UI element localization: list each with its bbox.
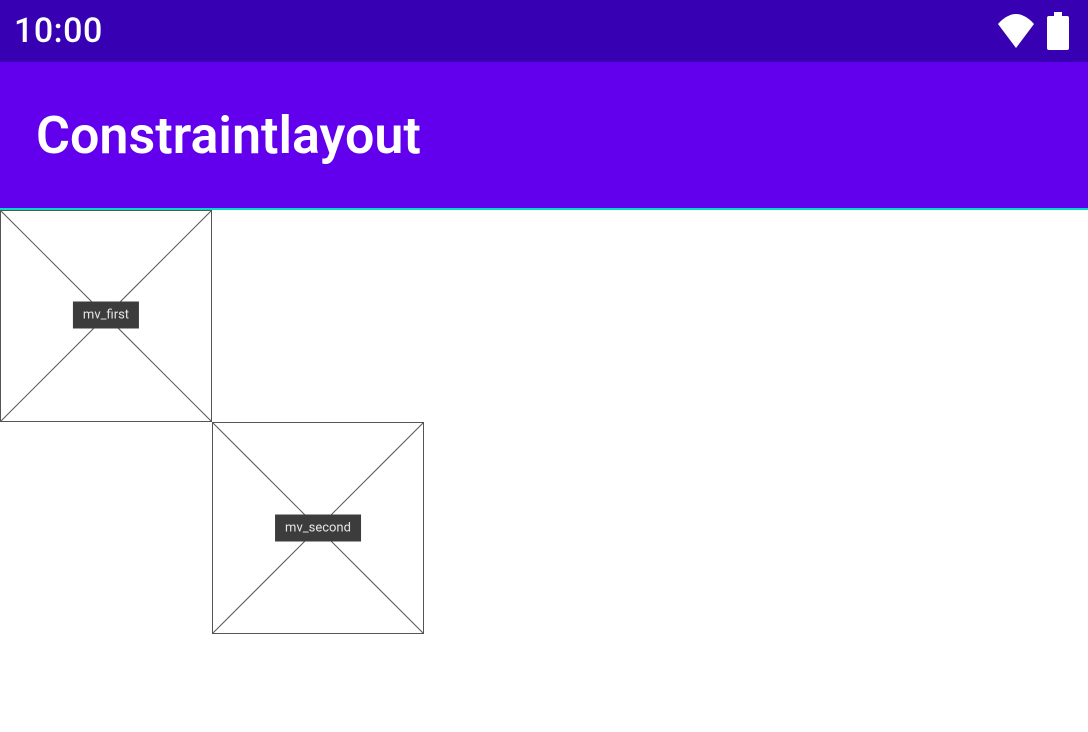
status-time: 10:00 <box>14 11 103 51</box>
view-label-second: mv_second <box>275 515 361 542</box>
app-bar: Constraintlayout <box>0 62 1088 210</box>
status-icons <box>996 12 1070 50</box>
view-mv-first[interactable]: mv_first <box>0 210 212 422</box>
content-area: mv_first mv_second <box>0 210 1088 730</box>
app-title: Constraintlayout <box>36 105 421 166</box>
status-bar: 10:00 <box>0 0 1088 62</box>
view-label-first: mv_first <box>73 302 139 329</box>
battery-icon <box>1046 12 1070 50</box>
view-mv-second[interactable]: mv_second <box>212 422 424 634</box>
wifi-icon <box>996 14 1036 48</box>
